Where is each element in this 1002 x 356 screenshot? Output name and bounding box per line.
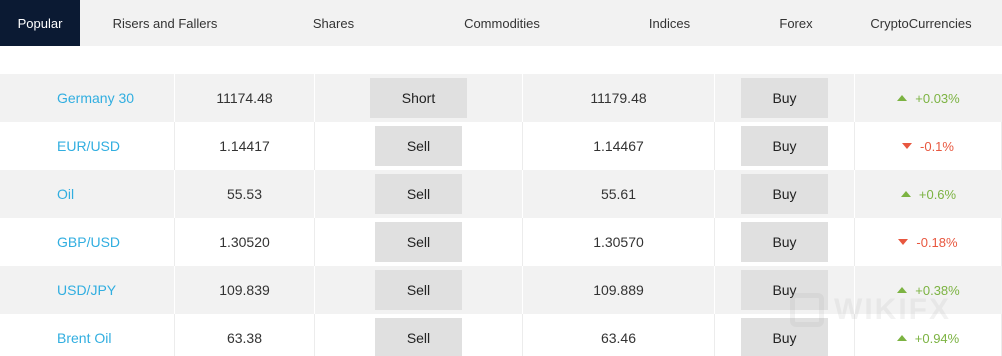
change-indicator: -0.18% — [898, 234, 958, 250]
buy-price: 1.14467 — [523, 122, 715, 170]
instrument-link[interactable]: Germany 30 — [0, 74, 175, 122]
category-tabs: Popular Risers and Fallers Shares Commod… — [0, 0, 1002, 46]
arrow-up-icon — [900, 191, 911, 197]
instrument-link[interactable]: Oil — [0, 170, 175, 218]
watermark: WIKIFX — [790, 280, 990, 340]
buy-price: 11179.48 — [523, 74, 715, 122]
change-cell: -0.18% — [855, 218, 1002, 266]
sell-cell: Short — [315, 74, 523, 122]
instrument-link[interactable]: GBP/USD — [0, 218, 175, 266]
sell-cell: Sell — [315, 314, 523, 356]
tab-risers-and-fallers[interactable]: Risers and Fallers — [80, 0, 250, 46]
buy-cell: Buy — [715, 170, 855, 218]
sell-price: 109.839 — [175, 266, 315, 314]
arrow-up-icon — [897, 95, 908, 101]
change-value: -0.1% — [920, 138, 954, 154]
buy-cell: Buy — [715, 122, 855, 170]
change-indicator: +0.03% — [897, 90, 960, 106]
sell-button[interactable]: Sell — [375, 270, 462, 310]
tab-forex[interactable]: Forex — [752, 0, 840, 46]
watermark-text: WIKIFX — [834, 293, 951, 326]
table-row: EUR/USD 1.14417 Sell 1.14467 Buy -0.1% — [0, 122, 1002, 170]
table-row: GBP/USD 1.30520 Sell 1.30570 Buy -0.18% — [0, 218, 1002, 266]
buy-button[interactable]: Buy — [741, 126, 828, 166]
short-button[interactable]: Short — [370, 78, 467, 118]
change-indicator: +0.6% — [900, 186, 957, 202]
buy-button[interactable]: Buy — [741, 78, 828, 118]
sell-price: 55.53 — [175, 170, 315, 218]
sell-price: 63.38 — [175, 314, 315, 356]
instrument-link[interactable]: Brent Oil — [0, 314, 175, 356]
tab-cryptocurrencies[interactable]: CryptoCurrencies — [840, 0, 1002, 46]
change-cell: +0.03% — [855, 74, 1002, 122]
table-row: Germany 30 11174.48 Short 11179.48 Buy +… — [0, 74, 1002, 122]
table-row: Oil 55.53 Sell 55.61 Buy +0.6% — [0, 170, 1002, 218]
tab-commodities[interactable]: Commodities — [417, 0, 587, 46]
buy-button[interactable]: Buy — [741, 222, 828, 262]
tab-popular[interactable]: Popular — [0, 0, 80, 46]
sell-button[interactable]: Sell — [375, 222, 462, 262]
sell-button[interactable]: Sell — [375, 174, 462, 214]
buy-price: 63.46 — [523, 314, 715, 356]
change-value: -0.18% — [916, 234, 958, 250]
sell-button[interactable]: Sell — [375, 318, 462, 356]
sell-cell: Sell — [315, 122, 523, 170]
arrow-down-icon — [902, 143, 913, 149]
change-value: +0.6% — [918, 186, 957, 202]
sell-price: 1.30520 — [175, 218, 315, 266]
sell-price: 11174.48 — [175, 74, 315, 122]
change-indicator: -0.1% — [902, 139, 954, 154]
instrument-link[interactable]: EUR/USD — [0, 122, 175, 170]
change-cell: -0.1% — [855, 122, 1002, 170]
instrument-link[interactable]: USD/JPY — [0, 266, 175, 314]
sell-cell: Sell — [315, 170, 523, 218]
sell-price: 1.14417 — [175, 122, 315, 170]
change-value: +0.03% — [915, 90, 960, 106]
buy-price: 55.61 — [523, 170, 715, 218]
sell-button[interactable]: Sell — [375, 126, 462, 166]
buy-button[interactable]: Buy — [741, 174, 828, 214]
tab-shares[interactable]: Shares — [250, 0, 417, 46]
sell-cell: Sell — [315, 266, 523, 314]
buy-price: 1.30570 — [523, 218, 715, 266]
buy-price: 109.889 — [523, 266, 715, 314]
watermark-logo-icon — [790, 293, 824, 327]
arrow-down-icon — [898, 239, 909, 245]
sell-cell: Sell — [315, 218, 523, 266]
tab-indices[interactable]: Indices — [587, 0, 752, 46]
buy-cell: Buy — [715, 74, 855, 122]
change-cell: +0.6% — [855, 170, 1002, 218]
buy-cell: Buy — [715, 218, 855, 266]
